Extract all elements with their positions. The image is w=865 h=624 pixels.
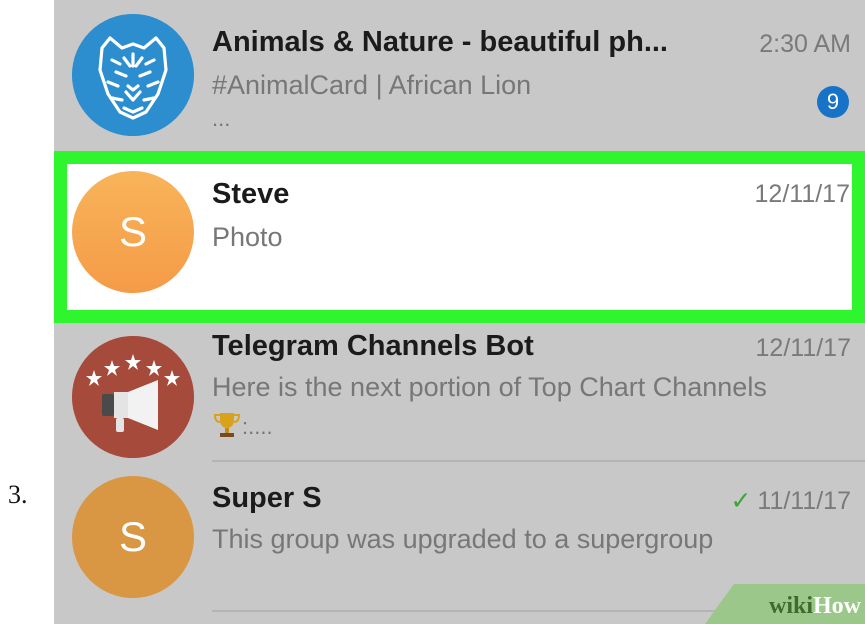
megaphone-icon: [72, 336, 194, 458]
avatar-letter: S: [118, 513, 147, 560]
chat-name: Animals & Nature - beautiful ph...: [212, 26, 668, 58]
unread-badge: 9: [817, 86, 849, 118]
chat-preview-continued: :....: [212, 410, 273, 440]
page: 3. Animals & Nature - beautiful ph... 2:…: [0, 0, 865, 624]
highlight-box: S Steve 12/11/17 Photo: [54, 151, 865, 323]
tiger-icon: [72, 14, 194, 136]
avatar-letter: S: [118, 208, 147, 255]
chat-avatar-super-s: S: [72, 476, 194, 598]
chat-row-steve[interactable]: S Steve 12/11/17 Photo: [67, 164, 852, 310]
chat-preview-continued: ...: [212, 106, 231, 131]
chat-avatar-steve: S: [72, 171, 194, 293]
chat-preview: This group was upgraded to a supergroup: [212, 524, 714, 554]
chat-preview: Photo: [212, 222, 283, 252]
chat-preview-tail: :....: [242, 414, 273, 439]
chat-row-telegram-channels-bot[interactable]: Telegram Channels Bot 12/11/17 Here is t…: [54, 324, 865, 462]
watermark-wiki: wiki: [768, 593, 813, 619]
chat-avatar-telegram-channels-bot: [72, 336, 194, 458]
step-number: 3.: [8, 480, 28, 509]
trophy-icon: [213, 413, 241, 437]
chat-time: 12/11/17: [755, 334, 851, 362]
chat-time: 2:30 AM: [759, 30, 851, 58]
chat-avatar-animals-nature: [72, 14, 194, 136]
chat-row-animals-nature[interactable]: Animals & Nature - beautiful ph... 2:30 …: [54, 0, 865, 150]
chat-time: 12/11/17: [754, 180, 850, 208]
chat-time-wrapper: ✓ 11/11/17: [730, 486, 851, 516]
chat-time: 11/11/17: [757, 487, 851, 515]
chat-preview: Here is the next portion of Top Chart Ch…: [212, 372, 767, 402]
wikihow-watermark-text: wikiHow: [769, 593, 861, 620]
chat-name: Super S: [212, 482, 322, 514]
chat-name: Steve: [212, 178, 290, 210]
telegram-chat-list: Animals & Nature - beautiful ph... 2:30 …: [54, 0, 865, 624]
chat-preview: #AnimalCard | African Lion: [212, 70, 532, 100]
watermark-how: How: [813, 593, 861, 619]
check-icon: ✓: [730, 487, 752, 515]
chat-name: Telegram Channels Bot: [212, 330, 534, 362]
